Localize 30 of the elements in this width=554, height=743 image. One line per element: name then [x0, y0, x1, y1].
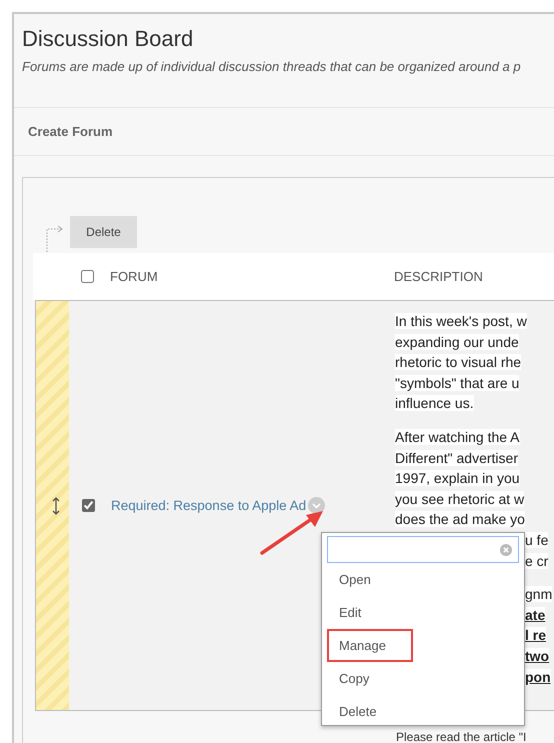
description-text: expanding our unde	[395, 334, 519, 350]
description-text: rhetoric to visual rhe	[395, 354, 522, 370]
forum-link[interactable]: Required: Response to Apple Ad	[111, 498, 306, 513]
create-forum-button[interactable]: Create Forum	[28, 120, 113, 143]
description-text: you see rhetoric at w	[395, 490, 524, 507]
column-header: FORUM	[110, 269, 159, 284]
menu-item[interactable]: Manage	[327, 629, 413, 662]
description-text: After watching the A	[395, 428, 520, 445]
description-text: pon	[525, 668, 551, 684]
description-text: "symbols" that are u	[395, 374, 520, 391]
page-title: Discussion Board	[22, 26, 194, 52]
menu-item[interactable]: Copy	[327, 662, 413, 695]
description-text: e cr	[525, 552, 548, 569]
column-header: DESCRIPTION	[394, 269, 484, 284]
description-text: does the ad make yo	[395, 511, 525, 528]
delete-button[interactable]: Delete	[70, 216, 137, 248]
menu-item[interactable]: Delete	[327, 695, 413, 728]
description-text: Please read the article "I	[396, 730, 526, 743]
description-text: ate	[525, 606, 546, 623]
menu-item[interactable]: Edit	[327, 596, 413, 629]
description-text: In this week's post, w	[395, 313, 527, 329]
description-text: two	[525, 648, 550, 664]
description-text: 1997, explain in you	[395, 470, 520, 486]
description-text: Different" advertiser	[395, 450, 518, 466]
description-text: gnm	[525, 586, 552, 602]
menu-item[interactable]: Open	[327, 563, 413, 596]
page-description: Forums are made up of individual discussion threads that can be organized around a p	[22, 59, 522, 74]
description-text: influence us.	[395, 395, 474, 412]
description-text: u fe	[525, 532, 548, 548]
description-text: l re	[525, 627, 546, 644]
